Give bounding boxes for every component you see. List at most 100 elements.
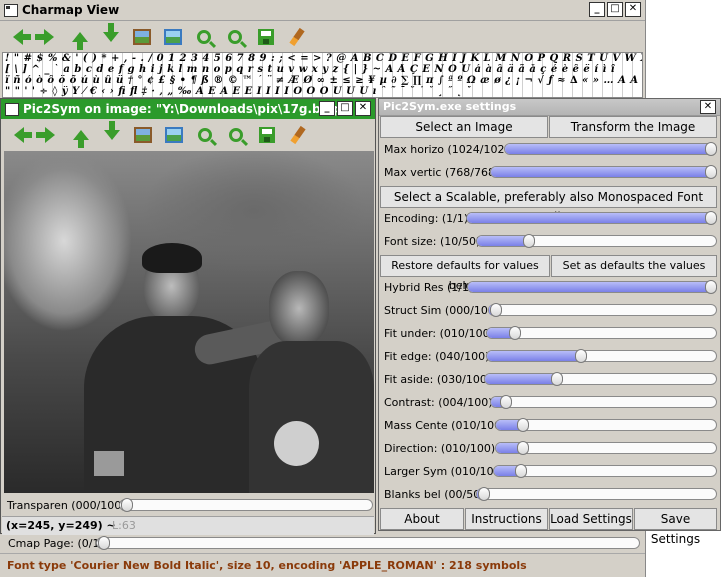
- arrow-right-icon: [35, 127, 55, 143]
- zoom-out-button[interactable]: [223, 26, 246, 49]
- settings-titlebar[interactable]: Pic2Sym.exe settings ✕: [379, 99, 720, 116]
- fit-image-button[interactable]: [161, 26, 184, 49]
- slider-knob[interactable]: [522, 234, 535, 248]
- setting-label: Direction: (010/100): [384, 442, 496, 455]
- clear-button[interactable]: [286, 124, 309, 147]
- max-horizontal-slider[interactable]: [504, 142, 717, 156]
- transform-image-button[interactable]: Transform the Image: [549, 116, 717, 138]
- minimize-button[interactable]: _: [589, 2, 605, 17]
- pan-up-button[interactable]: [68, 26, 91, 50]
- setting-label: Max vertic (768/768): [384, 166, 500, 179]
- pan-right-button[interactable]: [35, 124, 61, 147]
- slider-knob[interactable]: [508, 326, 521, 340]
- setting-contrast: Contrast: (004/100): [383, 392, 717, 413]
- about-button[interactable]: About: [380, 508, 464, 530]
- zoom-in-button[interactable]: [192, 26, 215, 49]
- clear-button[interactable]: [285, 26, 308, 49]
- setting-hybrid-result: Hybrid Res (1/1): [383, 277, 717, 298]
- slider-knob[interactable]: [517, 441, 529, 455]
- setting-label: Encoding: (1/1): [384, 212, 469, 225]
- slider-knob[interactable]: [551, 372, 564, 386]
- slider-knob[interactable]: [515, 464, 528, 478]
- font-size-slider[interactable]: [476, 234, 717, 248]
- pan-down-button[interactable]: [99, 23, 122, 49]
- slider-knob[interactable]: [478, 487, 490, 501]
- maximize-button[interactable]: □: [337, 101, 353, 116]
- slider-knob[interactable]: [705, 165, 717, 179]
- window-icon: [5, 103, 19, 116]
- pan-down-button[interactable]: [100, 121, 123, 147]
- save-settings-button[interactable]: Save Settings: [634, 508, 717, 546]
- save-button[interactable]: [255, 124, 278, 147]
- shirt-print: [274, 421, 319, 466]
- encoding-slider[interactable]: [466, 211, 717, 225]
- slider-fill: [467, 213, 711, 223]
- picture-icon: [132, 29, 151, 45]
- cursor-coords: (x=245, y=249) ~: [6, 519, 116, 532]
- slider-knob[interactable]: [574, 349, 587, 363]
- settings-title: Pic2Sym.exe settings: [383, 100, 517, 113]
- charmap-row: " " ' ' ÷ ◊ ÿ Ÿ ⁄ € ‹ › ﬁ ﬂ ‡ · ‚ „ ‰ Â …: [5, 86, 472, 97]
- blanks-below-slider[interactable]: [476, 487, 717, 501]
- load-settings-button[interactable]: Load Settings: [549, 508, 633, 530]
- image-button[interactable]: [131, 124, 154, 147]
- pic2sym-titlebar[interactable]: Pic2Sym on image: "Y:\Downloads\pix\17g.…: [1, 99, 375, 119]
- struct-sim-slider[interactable]: [488, 303, 717, 317]
- broom-icon: [288, 27, 305, 47]
- larger-sym-slider[interactable]: [493, 464, 717, 478]
- instructions-button[interactable]: Instructions: [465, 508, 548, 530]
- set-defaults-button[interactable]: Set as defaults the values below: [551, 255, 717, 292]
- pan-left-button[interactable]: [6, 26, 31, 49]
- zoom-in-button[interactable]: [193, 124, 216, 147]
- slider-knob[interactable]: [705, 280, 717, 294]
- cmap-page-slider[interactable]: [96, 536, 640, 550]
- window-icon: [4, 4, 18, 17]
- hybrid-result-slider[interactable]: [467, 280, 717, 294]
- close-button[interactable]: ✕: [700, 100, 716, 114]
- select-font-button[interactable]: Select a Scalable, preferably also Monos…: [380, 186, 717, 224]
- slider-fill: [491, 167, 711, 177]
- charmap-row: [ \ ] ^ _ ` a b c d e f g h i j k l m n …: [5, 64, 616, 75]
- maximize-button[interactable]: □: [607, 2, 623, 17]
- setting-label: Hybrid Res (1/1): [384, 281, 474, 294]
- select-image-button[interactable]: Select an Image: [380, 116, 548, 138]
- minimize-button[interactable]: _: [319, 101, 335, 116]
- arrow-left-icon: [13, 127, 32, 143]
- fit-edge-slider[interactable]: [486, 349, 717, 363]
- fit-image-button[interactable]: [162, 124, 185, 147]
- pan-left-button[interactable]: [7, 124, 32, 147]
- setting-encoding: Encoding: (1/1): [383, 208, 717, 229]
- image-button[interactable]: [130, 26, 153, 49]
- slider-knob[interactable]: [705, 211, 717, 225]
- close-button[interactable]: ✕: [625, 2, 641, 17]
- transparency-slider[interactable]: [119, 498, 373, 512]
- zoom-out-button[interactable]: [224, 124, 247, 147]
- fit-aside-slider[interactable]: [484, 372, 717, 386]
- slider-knob[interactable]: [121, 498, 133, 512]
- mass-center-slider[interactable]: [495, 418, 717, 432]
- contrast-slider[interactable]: [490, 395, 717, 409]
- restore-defaults-button[interactable]: Restore defaults for values below: [380, 255, 550, 292]
- fit-under-slider[interactable]: [486, 326, 717, 340]
- slider-knob[interactable]: [490, 303, 502, 317]
- charmap-toolbar: [0, 21, 314, 53]
- slider-knob[interactable]: [705, 142, 717, 156]
- transformed-image[interactable]: [4, 151, 374, 493]
- pan-right-button[interactable]: [34, 26, 60, 49]
- charmap-grid[interactable]: ! " # $ % & ' ( ) * + , - . / 0 1 2 3 4 …: [2, 52, 643, 98]
- setting-struct-sim: Struct Sim (000/100): [383, 300, 717, 321]
- slider-knob[interactable]: [499, 395, 512, 409]
- save-button[interactable]: [254, 26, 277, 49]
- arrow-left-icon: [12, 29, 31, 45]
- pic2sym-window: Pic2Sym on image: "Y:\Downloads\pix\17g.…: [0, 98, 376, 535]
- charmap-titlebar[interactable]: Charmap View _ □ ✕: [0, 0, 645, 21]
- slider-knob[interactable]: [98, 536, 110, 550]
- direction-slider[interactable]: [495, 441, 717, 455]
- arrow-up-icon: [71, 32, 88, 50]
- status-text: Font type 'Courier New Bold Italic', siz…: [7, 559, 527, 572]
- slider-knob[interactable]: [517, 418, 529, 432]
- setting-blanks-below: Blanks bel (00/50): [383, 484, 717, 505]
- pan-up-button[interactable]: [69, 124, 92, 148]
- max-vertical-slider[interactable]: [490, 165, 717, 179]
- close-button[interactable]: ✕: [355, 101, 371, 116]
